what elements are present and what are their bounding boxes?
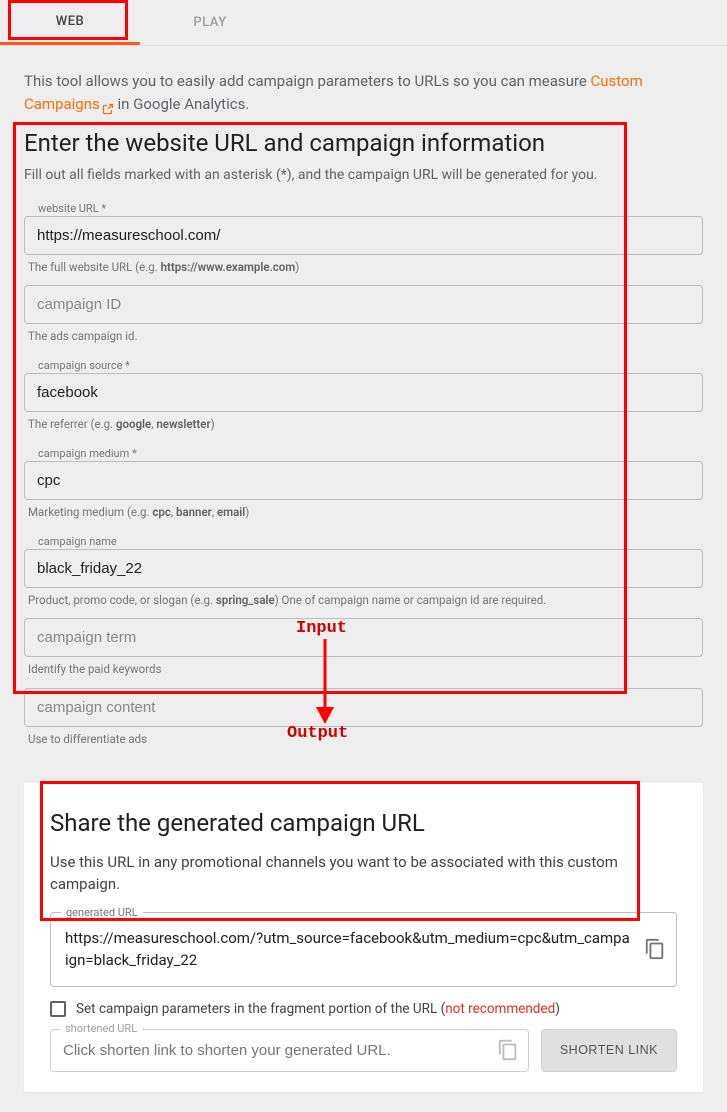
share-heading: Share the generated campaign URL <box>50 809 677 837</box>
campaign-medium-input[interactable] <box>24 461 703 500</box>
campaign-name-label: campaign name <box>34 535 121 548</box>
tab-play[interactable]: PLAY <box>140 0 280 45</box>
form-subheading: Fill out all fields marked with an aster… <box>24 167 703 183</box>
share-desc: Use this URL in any promotional channels… <box>50 851 677 896</box>
campaign-source-helper: The referrer (e.g. google, newsletter) <box>28 416 703 432</box>
generated-url-box: generated URL https://measureschool.com/… <box>50 912 677 987</box>
form-section: Enter the website URL and campaign infor… <box>0 127 727 767</box>
campaign-name-helper: Product, promo code, or slogan (e.g. spr… <box>28 592 703 608</box>
campaign-medium-helper: Marketing medium (e.g. cpc, banner, emai… <box>28 504 703 520</box>
tab-web[interactable]: WEB <box>0 0 140 45</box>
share-card: Share the generated campaign URL Use thi… <box>24 783 703 1092</box>
generated-url-value: https://measureschool.com/?utm_source=fa… <box>65 929 630 970</box>
external-link-icon <box>102 99 114 111</box>
intro-after: in Google Analytics. <box>114 95 250 113</box>
shortened-url-field: shortened URL <box>50 1029 529 1072</box>
intro-text: This tool allows you to easily add campa… <box>0 46 727 127</box>
fragment-label: Set campaign parameters in the fragment … <box>76 1001 560 1017</box>
tabs-bar: WEB PLAY <box>0 0 727 46</box>
not-recommended-text: not recommended <box>445 1001 555 1017</box>
campaign-content-helper: Use to differentiate ads <box>28 731 703 747</box>
campaign-name-input[interactable] <box>24 549 703 588</box>
campaign-id-helper: The ads campaign id. <box>28 328 703 344</box>
copy-icon[interactable] <box>644 938 666 960</box>
shorten-link-button[interactable]: SHORTEN LINK <box>541 1029 677 1072</box>
campaign-term-helper: Identify the paid keywords <box>28 661 703 677</box>
campaign-content-input[interactable] <box>24 688 703 727</box>
fragment-checkbox[interactable] <box>50 1001 66 1017</box>
campaign-medium-label: campaign medium * <box>34 447 141 460</box>
website-url-helper: The full website URL (e.g. https://www.e… <box>28 259 703 275</box>
intro-before: This tool allows you to easily add campa… <box>24 72 591 90</box>
website-url-label: website URL * <box>34 202 110 215</box>
campaign-source-label: campaign source * <box>34 359 134 372</box>
website-url-input[interactable] <box>24 216 703 255</box>
shortened-url-input[interactable] <box>50 1029 529 1072</box>
copy-icon[interactable] <box>497 1039 519 1061</box>
campaign-source-input[interactable] <box>24 373 703 412</box>
fragment-row: Set campaign parameters in the fragment … <box>50 1001 677 1017</box>
generated-url-label: generated URL <box>61 905 143 922</box>
campaign-id-input[interactable] <box>24 285 703 324</box>
campaign-term-input[interactable] <box>24 618 703 657</box>
form-heading: Enter the website URL and campaign infor… <box>24 129 703 157</box>
